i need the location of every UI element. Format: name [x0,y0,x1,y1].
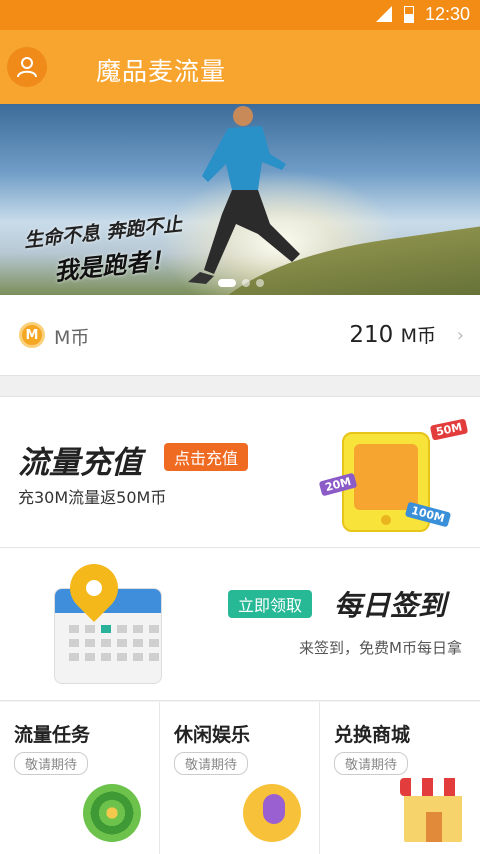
coin-amount-value: 210 [349,322,394,348]
signin-subtitle: 来签到，免费M币每日拿 [299,639,462,657]
coming-soon-badge: 敬请期待 [334,752,409,775]
recharge-subtitle: 充30M流量返50M币 [18,488,167,507]
promo-banner[interactable]: 生命不息 奔跑不止 我是跑者！ [0,104,480,295]
signal-icon [376,6,392,22]
recharge-button[interactable]: 点击充值 [164,443,249,471]
recharge-title: 流量充值 [18,445,142,481]
card-exchange-mall[interactable]: 兑换商城 敬请期待 [320,702,480,854]
coin-icon: M [19,322,45,348]
coin-amount: 210 M币 [349,321,436,348]
card-title: 休闲娱乐 [174,724,251,746]
card-entertainment[interactable]: 休闲娱乐 敬请期待 [160,702,320,854]
card-title: 兑换商城 [334,724,411,746]
card-title: 流量任务 [14,724,91,746]
coin-label: M币 [54,327,90,349]
status-bar: 12:30 [0,0,480,30]
claim-now-button[interactable]: 立即领取 [228,590,313,618]
banner-pagination [218,279,264,287]
pagination-dot[interactable] [256,279,264,287]
daily-signin-card[interactable]: 立即领取 每日签到 来签到，免费M币每日拿 [0,548,480,701]
chevron-right-icon: › [456,325,464,346]
user-avatar-button[interactable] [7,47,47,87]
signin-title: 每日签到 [334,589,447,622]
entertainment-icon [243,784,301,842]
section-divider [0,375,480,397]
coming-soon-badge: 敬请期待 [14,752,89,775]
user-icon [17,57,37,78]
pagination-dot[interactable] [218,279,236,287]
app-header: 魔品麦流量 [0,30,480,104]
shop-icon [400,778,466,842]
coin-balance-row[interactable]: M M币 210 M币 › [0,295,480,375]
pagination-dot[interactable] [242,279,250,287]
coming-soon-badge: 敬请期待 [174,752,249,775]
data-tag-50m: 50M [429,418,469,441]
card-data-tasks[interactable]: 流量任务 敬请期待 [0,702,160,854]
app-title: 魔品麦流量 [96,57,227,86]
recharge-card[interactable]: 流量充值 点击充值 充30M流量返50M币 50M 20M 100M [0,397,480,548]
status-time: 12:30 [424,4,470,24]
feature-cards: 流量任务 敬请期待 休闲娱乐 敬请期待 兑换商城 敬请期待 [0,702,480,854]
battery-icon [404,6,414,23]
target-icon [83,784,141,842]
coin-amount-unit: M币 [400,325,436,347]
